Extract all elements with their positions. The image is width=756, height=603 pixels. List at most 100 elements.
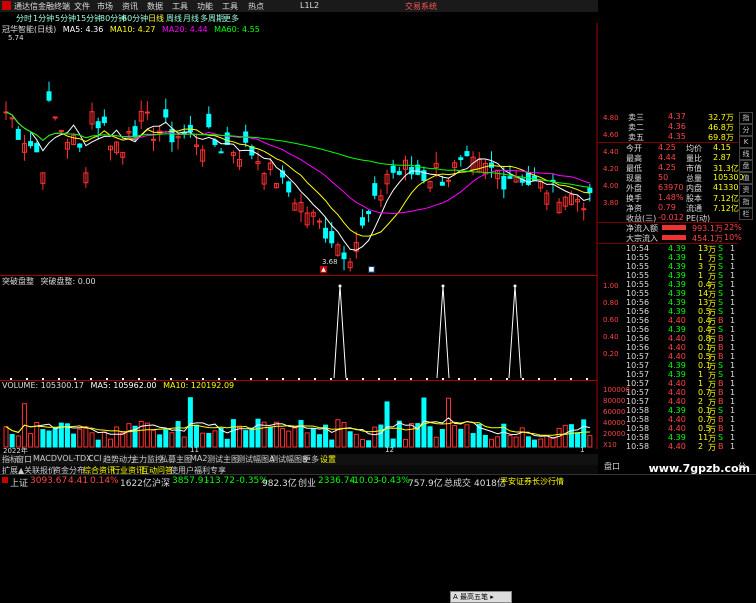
menu-tools2[interactable]: 工具 <box>222 1 238 12</box>
menu-hot[interactable]: 热点 <box>248 1 264 12</box>
tick-count: 1 <box>730 361 736 370</box>
stat-value: 0.79 <box>658 203 676 212</box>
tab-vol-tdx[interactable]: VOL-TDX <box>57 454 92 463</box>
tick-count: 1 <box>730 307 736 316</box>
candle-body <box>52 116 58 119</box>
tick-time: 10:56 <box>626 343 650 352</box>
tick-row: 10:56 4.39 0.4 万 S 1 <box>598 325 756 335</box>
candle-body <box>34 142 40 153</box>
tick-time: 10:57 <box>626 370 650 379</box>
candle-body <box>58 129 64 132</box>
candle-body <box>286 181 292 193</box>
candle-body <box>316 220 322 223</box>
volume-bar <box>347 431 353 448</box>
tab-ma2[interactable]: MA2 <box>190 454 207 463</box>
menu-news[interactable]: 资讯 <box>122 1 138 12</box>
volume-bar <box>568 424 574 448</box>
volume-bar <box>138 421 144 448</box>
tab-more[interactable]: 更多 <box>303 454 319 465</box>
stat-value: 4.15 <box>713 143 731 152</box>
tick-side: S <box>718 370 724 379</box>
candle-body <box>132 126 138 138</box>
tick-side: S <box>718 307 724 316</box>
tick-side: S <box>718 271 724 280</box>
candle-body <box>187 124 193 133</box>
sh-change: 4.41 <box>68 476 89 486</box>
side-tool-button[interactable]: 分 <box>739 124 753 136</box>
volume-bar <box>341 421 347 448</box>
kline-chart[interactable]: 冠华智能(日线) MA5: 4.36 MA10: 4.27 MA20: 4.44… <box>0 23 598 275</box>
tick-count: 1 <box>730 388 736 397</box>
menu-data[interactable]: 数据 <box>147 1 163 12</box>
volume-bar <box>396 420 402 448</box>
event-marker-icon[interactable]: ■ <box>368 266 375 273</box>
candle-body <box>359 217 365 226</box>
candle-body <box>95 121 101 129</box>
volume-bar <box>187 397 193 448</box>
tab-cci[interactable]: CCI <box>88 454 102 463</box>
tick-time: 10:55 <box>626 262 650 271</box>
indicator-panel-breakout[interactable]: 突破盘整 突破盘整: 0.00 A 最高五笔 ▸ <box>0 275 598 603</box>
volume-bar <box>230 419 236 448</box>
news-ticker[interactable]: 平安证券长沙行情 <box>500 476 564 487</box>
side-tool-button[interactable]: 线 <box>739 148 753 160</box>
volume-bar <box>261 421 267 448</box>
side-tool-button[interactable]: 资 <box>739 184 753 196</box>
tab-test-a[interactable]: 测试幅图A <box>237 454 274 465</box>
tab-macd[interactable]: MACD <box>33 454 57 463</box>
sz-label[interactable]: 沪深 <box>152 476 170 489</box>
bottom-tab-label[interactable]: 盘口 <box>604 461 620 472</box>
tick-count: 1 <box>730 352 736 361</box>
tick-price: 4.40 <box>668 442 686 451</box>
event-marker-icon[interactable]: ▲ <box>320 266 327 273</box>
stat-value: 1.48% <box>658 193 684 202</box>
menu-l1l2[interactable]: L1L2 <box>300 1 319 10</box>
tick-time: 10:58 <box>626 433 650 442</box>
volume-bar <box>292 427 298 448</box>
ma20-line <box>5 111 591 215</box>
volume-panel[interactable]: VOLUME: 105300.17 MA5: 105962.00 MA10: 1… <box>0 380 598 449</box>
tab-test-main[interactable]: 测试主图 <box>207 454 239 465</box>
menu-function[interactable]: 功能 <box>197 1 213 12</box>
volume-bar <box>163 429 169 448</box>
tab-window[interactable]: 窗口 <box>16 454 32 465</box>
side-tool-button[interactable]: 盘 <box>739 160 753 172</box>
menu-file[interactable]: 文件 <box>74 1 90 12</box>
candle-body <box>532 175 538 182</box>
stat-row: 最低 4.25 市值 31.3亿 <box>598 163 756 173</box>
ask-row[interactable]: 卖二 4.36 46.8万 <box>598 122 756 132</box>
breakout-spike <box>436 285 450 379</box>
candle-body <box>390 165 396 173</box>
tick-count: 1 <box>730 316 736 325</box>
tick-side: B <box>718 388 724 397</box>
stat-value: 4.25 <box>658 163 676 172</box>
side-tool-button[interactable]: 指 <box>739 196 753 208</box>
side-tool-button[interactable]: 值 <box>739 172 753 184</box>
ask-row[interactable]: 卖五 4.35 69.8万 <box>598 132 756 142</box>
tick-time: 10:56 <box>626 316 650 325</box>
tab-private[interactable]: 私募主图 <box>160 454 192 465</box>
trade-system-button[interactable]: 交易系统 <box>405 1 437 12</box>
menu-tools[interactable]: 工具 <box>172 1 188 12</box>
side-tool-button[interactable]: 指 <box>739 112 753 124</box>
tick-side: S <box>718 433 724 442</box>
ask-row[interactable]: 卖三 4.37 32.7万 <box>598 112 756 122</box>
sz-amount: 982.3亿 <box>262 479 297 489</box>
volume-svg <box>3 381 598 449</box>
tick-side: S <box>718 361 724 370</box>
tooltip-popup[interactable]: A 最高五笔 ▸ <box>450 591 512 603</box>
tick-price: 4.40 <box>668 334 686 343</box>
menu-market[interactable]: 市场 <box>97 1 113 12</box>
tab-main-monitor[interactable]: 主力监控 <box>131 454 163 465</box>
cy-label[interactable]: 创业 <box>298 476 316 489</box>
sh-label[interactable]: 上证 <box>10 476 28 489</box>
volume-bar <box>169 432 175 448</box>
sz-change: -13.72 <box>206 476 236 486</box>
tab-settings[interactable]: 设置 <box>320 454 336 465</box>
stat-row: 换手 1.48% 股本 7.12亿 <box>598 193 756 203</box>
side-tool-button[interactable]: 栏 <box>739 208 753 220</box>
tick-price: 4.40 <box>668 343 686 352</box>
volume-bar <box>52 427 58 448</box>
side-tool-button[interactable]: K <box>739 136 753 148</box>
tab-test-b[interactable]: 测试幅图B <box>270 454 308 465</box>
